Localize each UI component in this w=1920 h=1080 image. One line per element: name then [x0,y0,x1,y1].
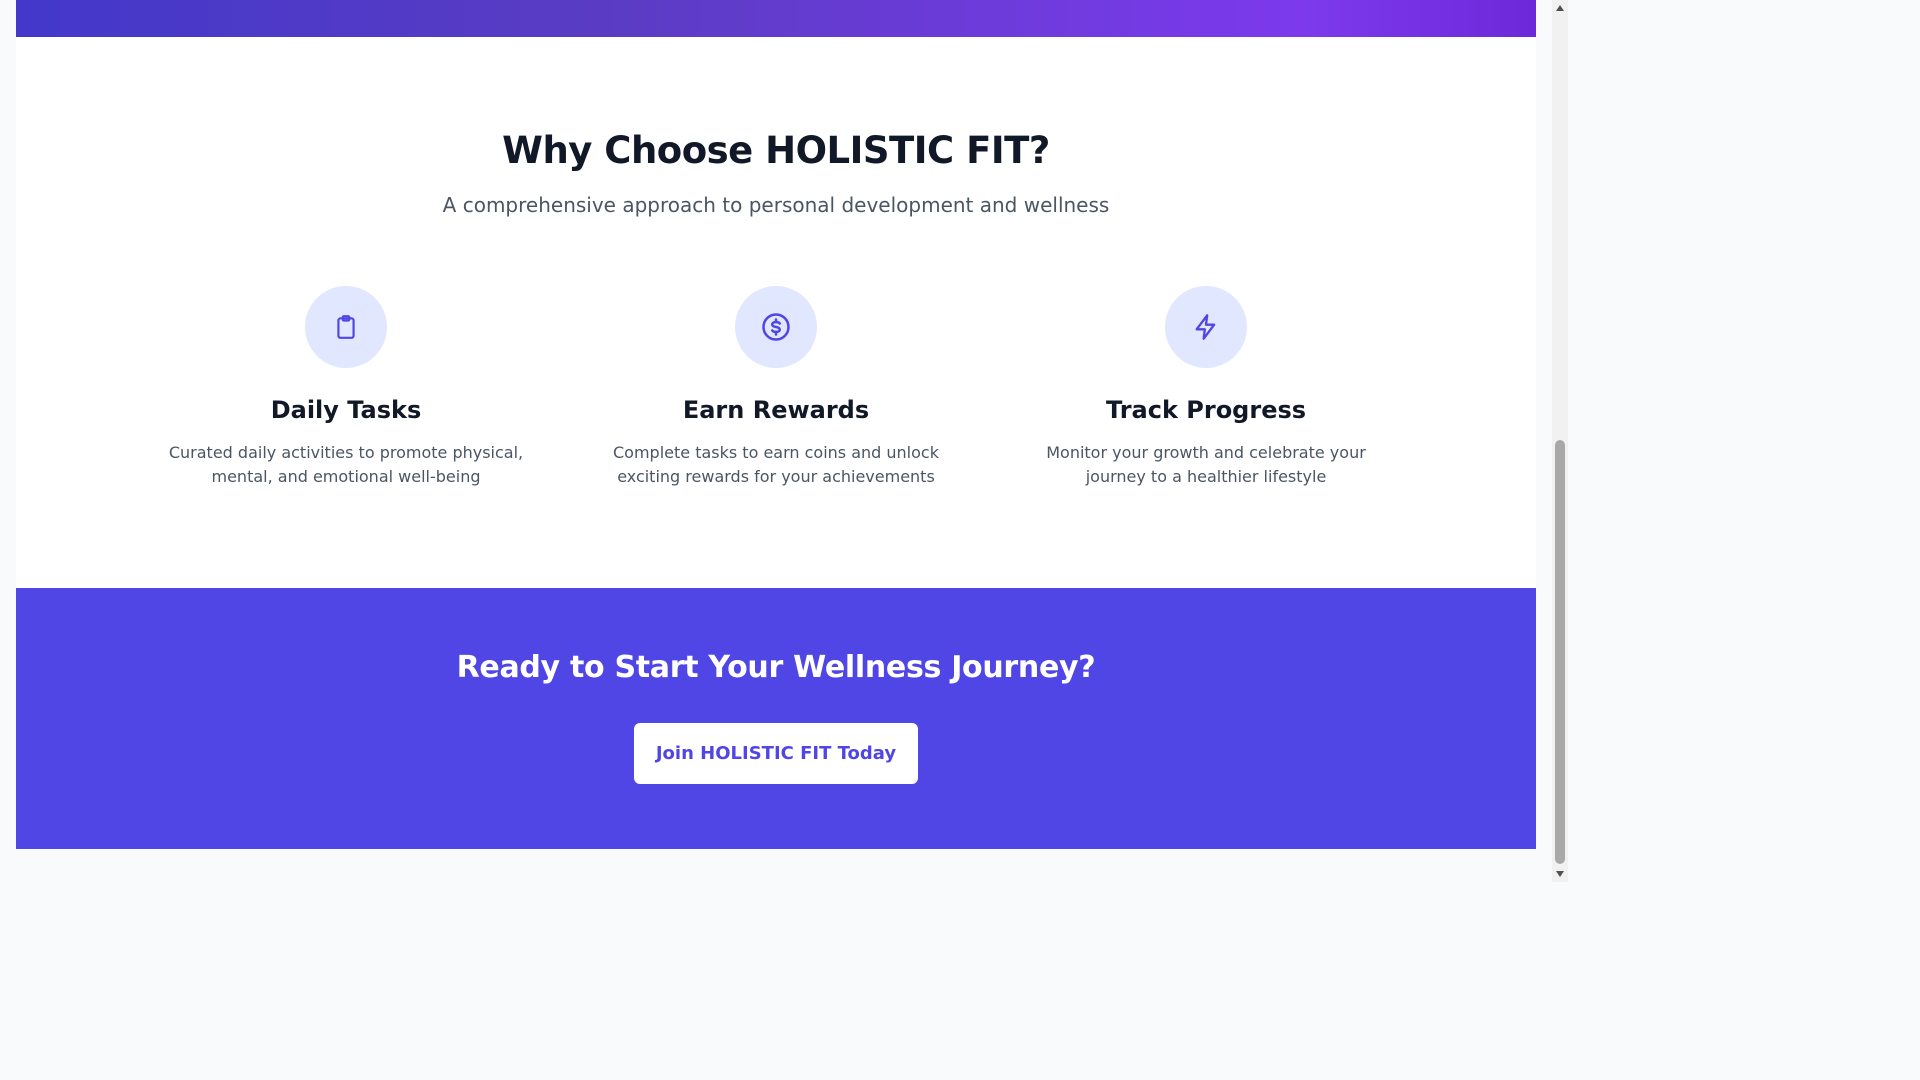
page: Why Choose HOLISTIC FIT? A comprehensive… [0,0,1568,882]
feature-card-track-progress: Track Progress Monitor your growth and c… [996,286,1416,489]
dollar-coin-icon [735,286,817,368]
join-button[interactable]: Join HOLISTIC FIT Today [634,723,918,784]
hero-banner-bottom [16,0,1536,37]
features-subtitle: A comprehensive approach to personal dev… [442,193,1110,217]
lightning-icon [1165,286,1247,368]
features-title: Why Choose HOLISTIC FIT? [502,129,1050,172]
scroll-down-arrow-icon[interactable] [1552,866,1568,882]
scroll-up-arrow-icon[interactable] [1552,0,1568,16]
feature-description: Monitor your growth and celebrate your j… [1046,443,1366,486]
feature-title: Daily Tasks [270,396,422,424]
cta-section: Ready to Start Your Wellness Journey? Jo… [16,588,1536,849]
feature-title: Track Progress [1105,396,1307,424]
feature-description: Complete tasks to earn coins and unlock … [613,443,939,486]
vertical-scrollbar[interactable] [1552,0,1568,882]
feature-card-earn-rewards: Earn Rewards Complete tasks to earn coin… [566,286,986,489]
features-section: Why Choose HOLISTIC FIT? A comprehensive… [16,37,1536,588]
feature-description: Curated daily activities to promote phys… [168,443,524,486]
feature-card-daily-tasks: Daily Tasks Curated daily activities to … [136,286,556,489]
cta-title: Ready to Start Your Wellness Journey? [456,650,1096,685]
scrollbar-thumb[interactable] [1555,440,1565,864]
feature-title: Earn Rewards [682,396,870,424]
clipboard-icon [305,286,387,368]
